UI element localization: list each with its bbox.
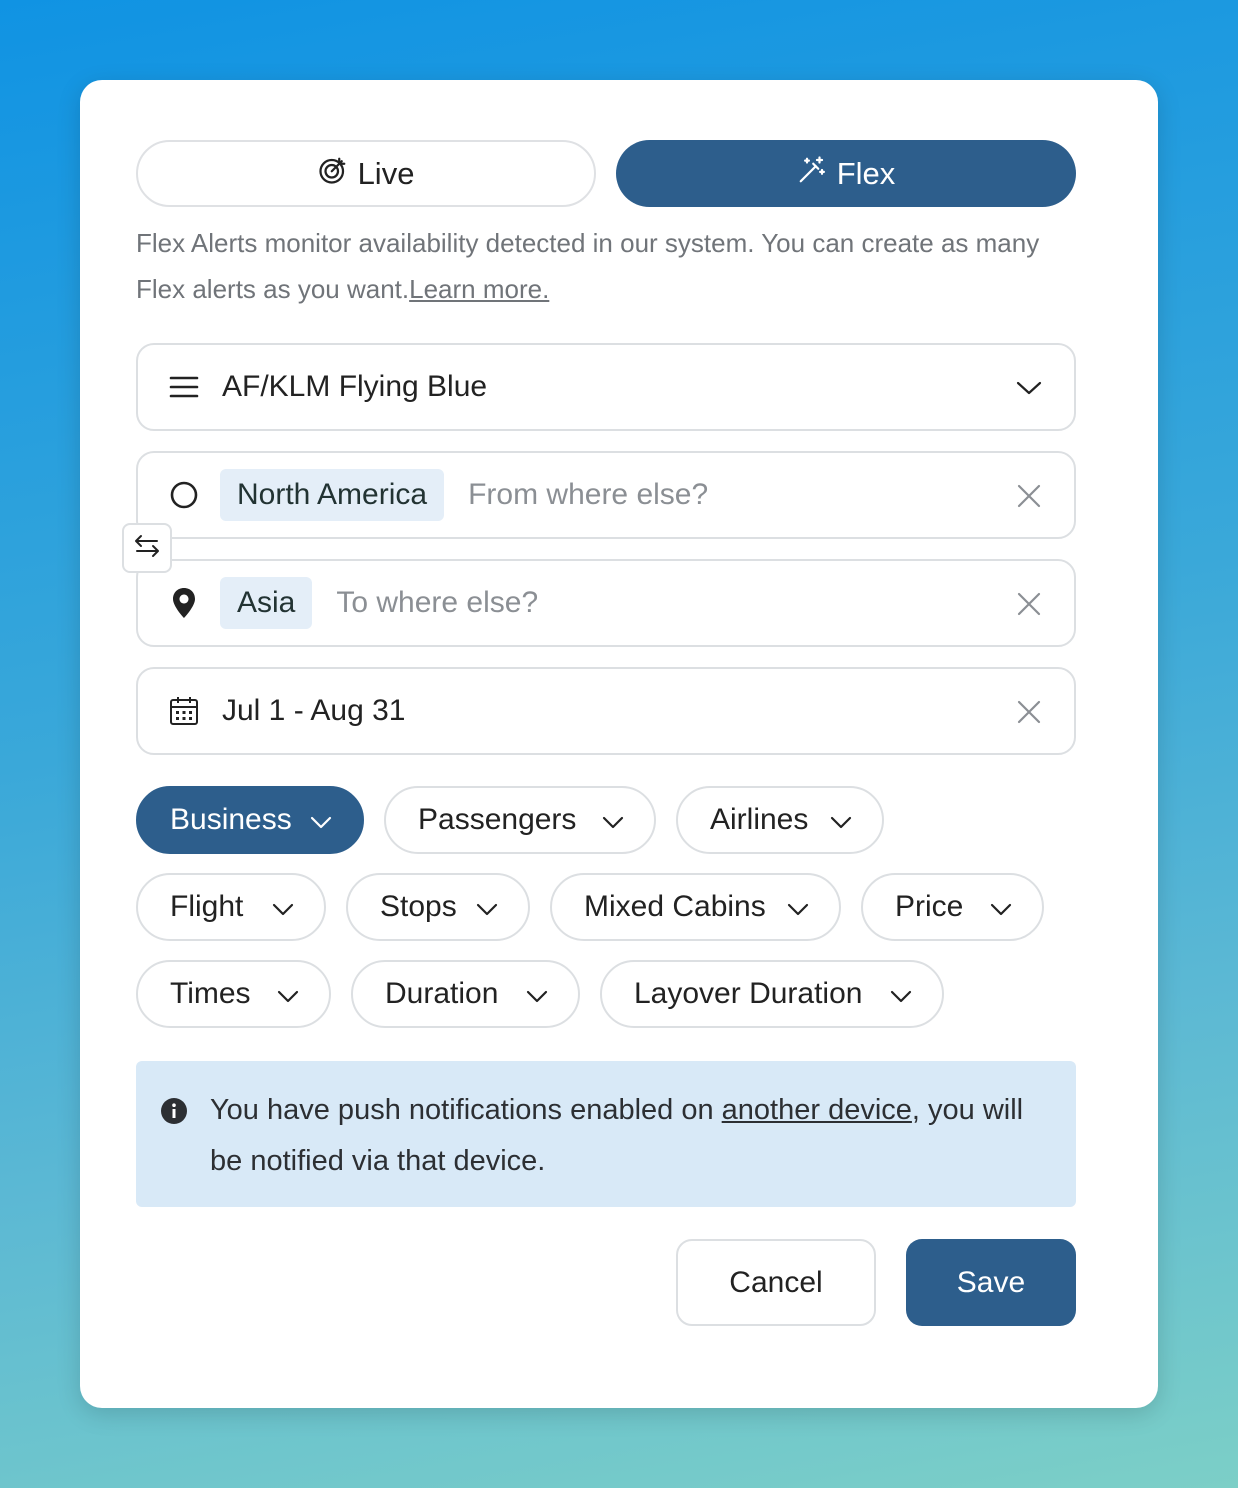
filter-label: Passengers [418, 803, 577, 836]
destination-chip[interactable]: Asia [220, 577, 313, 629]
map-pin-icon [168, 587, 200, 619]
filter-row: Business Passengers Airlines [136, 786, 1096, 854]
filter-label: Stops [380, 890, 457, 923]
origin-chip[interactable]: North America [220, 469, 445, 521]
chevron-down-icon [476, 903, 498, 916]
circle-icon [168, 479, 200, 511]
destination-input[interactable] [336, 586, 837, 620]
menu-icon [168, 371, 200, 403]
live-mode-label: Live [357, 155, 415, 191]
push-notification-notice: You have push notifications enabled on a… [136, 1061, 1076, 1207]
filter-label: Duration [385, 977, 499, 1010]
live-mode-button[interactable]: Live [136, 140, 596, 207]
program-value: AF/KLM Flying Blue [222, 370, 488, 403]
filter-row: Times Duration Layover Duration [136, 960, 1096, 1028]
filter-flight[interactable]: Flight [136, 873, 326, 941]
filter-row: Flight Stops Mixed Cabins Price [136, 873, 1096, 941]
magic-wand-icon [797, 155, 827, 193]
filter-airlines[interactable]: Airlines [676, 786, 884, 854]
date-range-field[interactable]: Jul 1 - Aug 31 [136, 667, 1076, 755]
notice-text-before: You have push notifications enabled on [210, 1094, 722, 1126]
filter-business[interactable]: Business [136, 786, 364, 854]
learn-more-link[interactable]: Learn more. [409, 274, 549, 304]
chevron-down-icon [890, 990, 912, 1003]
chevron-down-icon [830, 816, 852, 829]
swap-button[interactable] [122, 523, 172, 573]
clear-dates-icon[interactable] [1014, 697, 1044, 727]
filter-label: Layover Duration [634, 977, 863, 1010]
destination-field[interactable]: Asia [136, 559, 1076, 647]
chevron-down-icon [990, 903, 1012, 916]
origin-input[interactable] [468, 478, 969, 512]
target-icon [318, 155, 348, 193]
notice-text: You have push notifications enabled on a… [210, 1085, 1050, 1187]
chevron-down-icon [272, 903, 294, 916]
filter-duration[interactable]: Duration [351, 960, 580, 1028]
flex-description: Flex Alerts monitor availability detecte… [136, 220, 1076, 312]
filter-label: Times [170, 977, 251, 1010]
chevron-down-icon [526, 990, 548, 1003]
cancel-button[interactable]: Cancel [676, 1239, 876, 1326]
filter-times[interactable]: Times [136, 960, 331, 1028]
filter-label: Flight [170, 890, 244, 923]
chevron-down-icon [602, 816, 624, 829]
alert-dialog: Live Flex Flex Alerts monitor availabili… [80, 80, 1158, 1408]
date-range-value: Jul 1 - Aug 31 [222, 694, 406, 727]
info-icon [161, 1098, 187, 1124]
program-select[interactable]: AF/KLM Flying Blue [136, 343, 1076, 431]
filter-layover-duration[interactable]: Layover Duration [600, 960, 944, 1028]
flex-mode-label: Flex [836, 155, 896, 191]
filter-mixed-cabins[interactable]: Mixed Cabins [550, 873, 841, 941]
filter-label: Price [895, 890, 964, 923]
calendar-icon [168, 695, 200, 727]
chevron-down-icon [310, 816, 332, 829]
chevron-down-icon [1014, 373, 1044, 403]
mode-toggle: Live Flex [136, 140, 1076, 207]
flex-description-text: Flex Alerts monitor availability detecte… [136, 228, 1040, 304]
clear-destination-icon[interactable] [1014, 589, 1044, 619]
origin-field[interactable]: North America [136, 451, 1076, 539]
filter-stops[interactable]: Stops [346, 873, 530, 941]
chevron-down-icon [277, 990, 299, 1003]
filter-price[interactable]: Price [861, 873, 1044, 941]
another-device-link[interactable]: another device [722, 1094, 912, 1126]
filter-label: Business [170, 803, 292, 836]
filter-passengers[interactable]: Passengers [384, 786, 656, 854]
filter-label: Airlines [710, 803, 809, 836]
filter-label: Mixed Cabins [584, 890, 766, 923]
swap-arrows-icon [133, 533, 161, 564]
clear-origin-icon[interactable] [1014, 481, 1044, 511]
save-button[interactable]: Save [906, 1239, 1076, 1326]
flex-mode-button[interactable]: Flex [616, 140, 1076, 207]
chevron-down-icon [787, 903, 809, 916]
filter-pills: Business Passengers Airlines Flight Stop… [136, 786, 1096, 1047]
